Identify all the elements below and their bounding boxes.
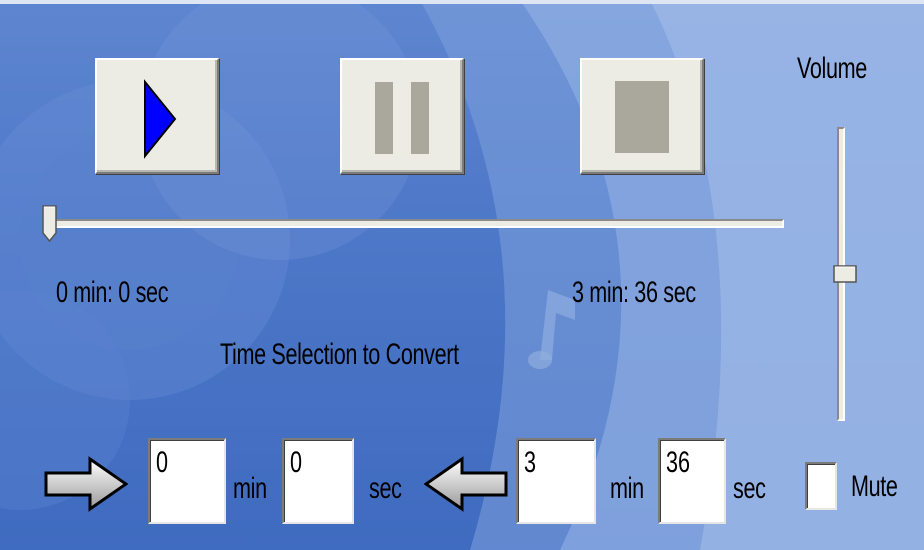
selection-title: Time Selection to Convert — [220, 338, 459, 371]
end-sec-input[interactable]: 36 — [658, 438, 726, 524]
start-sec-input[interactable]: 0 — [282, 438, 354, 524]
position-slider-track[interactable] — [50, 219, 784, 228]
left-arrow-icon — [424, 456, 508, 512]
start-min-input[interactable]: 0 — [148, 438, 226, 524]
start-time-label: 0 min: 0 sec — [56, 276, 169, 309]
start-sec-unit: sec — [369, 472, 402, 505]
mute-checkbox[interactable] — [805, 462, 837, 510]
end-time-label: 3 min: 36 sec — [572, 276, 696, 309]
stop-icon — [615, 81, 669, 153]
player-panel: Volume 0 min: 0 sec 3 min: 36 sec Time S… — [0, 0, 924, 550]
end-min-unit: min — [610, 472, 644, 505]
start-min-unit: min — [233, 472, 267, 505]
mute-label: Mute — [851, 470, 898, 503]
volume-label: Volume — [797, 52, 867, 85]
volume-slider-thumb[interactable] — [833, 265, 857, 283]
position-slider-thumb[interactable] — [42, 205, 58, 243]
end-sec-unit: sec — [733, 472, 766, 505]
pause-icon — [375, 82, 429, 154]
right-arrow-icon — [44, 456, 128, 512]
end-min-input[interactable]: 3 — [516, 438, 596, 524]
stop-button[interactable] — [580, 58, 704, 174]
pause-button[interactable] — [340, 58, 464, 174]
play-button[interactable] — [95, 58, 219, 174]
top-border — [0, 0, 924, 4]
play-icon — [144, 79, 177, 159]
